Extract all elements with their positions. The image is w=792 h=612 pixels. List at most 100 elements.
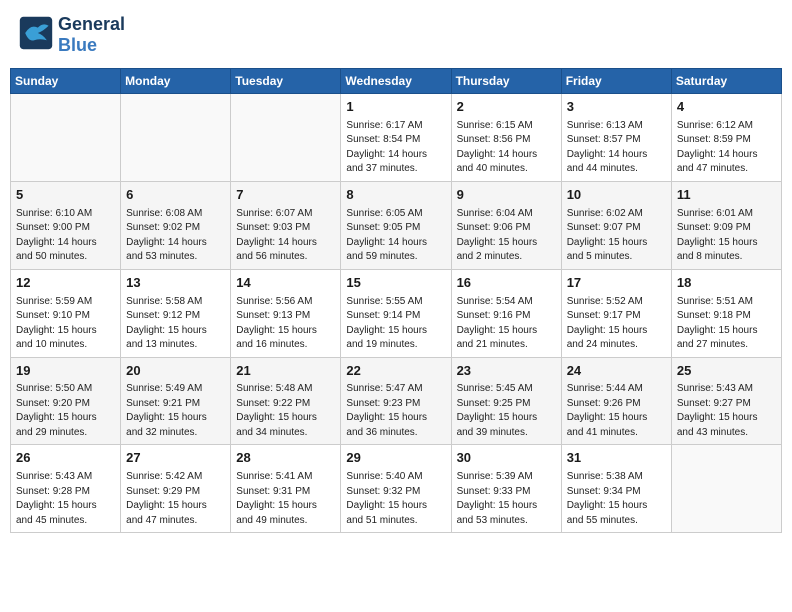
cell-info: Sunrise: 5:51 AMSunset: 9:18 PMDaylight:… (677, 295, 776, 353)
weekday-header-tuesday: Tuesday (231, 69, 341, 94)
calendar-cell: 23Sunrise: 5:45 AMSunset: 9:25 PMDayligh… (451, 357, 561, 445)
cell-info: Sunrise: 6:05 AMSunset: 9:05 PMDaylight:… (346, 207, 445, 265)
weekday-header-sunday: Sunday (11, 69, 121, 94)
cell-info: Sunrise: 6:08 AMSunset: 9:02 PMDaylight:… (126, 207, 225, 265)
sunset-text: Sunset: 9:33 PM (457, 485, 556, 500)
weekday-header-friday: Friday (561, 69, 671, 94)
sunrise-text: Sunrise: 5:44 AM (567, 382, 666, 397)
calendar-cell: 24Sunrise: 5:44 AMSunset: 9:26 PMDayligh… (561, 357, 671, 445)
sunset-text: Sunset: 9:06 PM (457, 221, 556, 236)
sunset-text: Sunset: 9:05 PM (346, 221, 445, 236)
daylight-text: Daylight: 14 hours and 37 minutes. (346, 148, 445, 177)
cell-info: Sunrise: 6:04 AMSunset: 9:06 PMDaylight:… (457, 207, 556, 265)
sunset-text: Sunset: 9:12 PM (126, 309, 225, 324)
logo-icon (18, 15, 54, 56)
calendar-cell: 28Sunrise: 5:41 AMSunset: 9:31 PMDayligh… (231, 445, 341, 533)
day-number: 31 (567, 449, 666, 468)
daylight-text: Daylight: 15 hours and 27 minutes. (677, 324, 776, 353)
calendar-table: SundayMondayTuesdayWednesdayThursdayFrid… (10, 68, 782, 533)
sunset-text: Sunset: 8:57 PM (567, 133, 666, 148)
calendar-cell: 17Sunrise: 5:52 AMSunset: 9:17 PMDayligh… (561, 269, 671, 357)
sunset-text: Sunset: 9:10 PM (16, 309, 115, 324)
day-number: 14 (236, 274, 335, 293)
calendar-cell: 11Sunrise: 6:01 AMSunset: 9:09 PMDayligh… (671, 181, 781, 269)
sunrise-text: Sunrise: 5:58 AM (126, 295, 225, 310)
week-row-1: 1Sunrise: 6:17 AMSunset: 8:54 PMDaylight… (11, 94, 782, 182)
daylight-text: Daylight: 15 hours and 10 minutes. (16, 324, 115, 353)
week-row-4: 19Sunrise: 5:50 AMSunset: 9:20 PMDayligh… (11, 357, 782, 445)
sunrise-text: Sunrise: 6:12 AM (677, 119, 776, 134)
sunrise-text: Sunrise: 6:02 AM (567, 207, 666, 222)
week-row-3: 12 Sunrise: 5:59 AMSunset: 9:10 PMDayligh… (11, 269, 782, 357)
day-number: 10 (567, 186, 666, 205)
week-row-2: 5Sunrise: 6:10 AMSunset: 9:00 PMDaylight… (11, 181, 782, 269)
sunset-text: Sunset: 9:00 PM (16, 221, 115, 236)
sunset-text: Sunset: 9:18 PM (677, 309, 776, 324)
cell-info: Sunrise: 5:56 AMSunset: 9:13 PMDaylight:… (236, 295, 335, 353)
calendar-cell: 30Sunrise: 5:39 AMSunset: 9:33 PMDayligh… (451, 445, 561, 533)
day-number: 6 (126, 186, 225, 205)
daylight-text: Daylight: 14 hours and 59 minutes. (346, 236, 445, 265)
daylight-text: Daylight: 15 hours and 21 minutes. (457, 324, 556, 353)
sunset-text: Sunset: 9:34 PM (567, 485, 666, 500)
sunset-text: Sunset: 9:14 PM (346, 309, 445, 324)
daylight-text: Daylight: 15 hours and 5 minutes. (567, 236, 666, 265)
sunset-text: Sunset: 9:32 PM (346, 485, 445, 500)
calendar-cell: 20Sunrise: 5:49 AMSunset: 9:21 PMDayligh… (121, 357, 231, 445)
calendar-cell: 31Sunrise: 5:38 AMSunset: 9:34 PMDayligh… (561, 445, 671, 533)
calendar-cell (231, 94, 341, 182)
cell-info: Sunrise: 5:49 AMSunset: 9:21 PMDaylight:… (126, 382, 225, 440)
sunrise-text: Sunrise: 5:55 AM (346, 295, 445, 310)
day-number: 21 (236, 362, 335, 381)
calendar-cell (11, 94, 121, 182)
cell-info: Sunrise: 6:07 AMSunset: 9:03 PMDaylight:… (236, 207, 335, 265)
sunrise-text: Sunrise: 6:01 AM (677, 207, 776, 222)
sunrise-text: Sunrise: 5:54 AM (457, 295, 556, 310)
calendar-cell: 18Sunrise: 5:51 AMSunset: 9:18 PMDayligh… (671, 269, 781, 357)
daylight-text: Daylight: 14 hours and 44 minutes. (567, 148, 666, 177)
sunrise-text: Sunrise: 5:48 AM (236, 382, 335, 397)
sunset-text: Sunset: 9:20 PM (16, 397, 115, 412)
daylight-text: Daylight: 15 hours and 13 minutes. (126, 324, 225, 353)
weekday-header-monday: Monday (121, 69, 231, 94)
day-number: 2 (457, 98, 556, 117)
daylight-text: Daylight: 15 hours and 53 minutes. (457, 499, 556, 528)
sunset-text: Sunset: 9:02 PM (126, 221, 225, 236)
logo-general: General (58, 14, 125, 35)
sunset-text: Sunset: 9:09 PM (677, 221, 776, 236)
cell-info: Sunrise: 5:43 AMSunset: 9:27 PMDaylight:… (677, 382, 776, 440)
calendar-cell: 26Sunrise: 5:43 AMSunset: 9:28 PMDayligh… (11, 445, 121, 533)
cell-info: Sunrise: 5:47 AMSunset: 9:23 PMDaylight:… (346, 382, 445, 440)
cell-info: Sunrise: 5:42 AMSunset: 9:29 PMDaylight:… (126, 470, 225, 528)
logo: General Blue (18, 14, 125, 56)
sunrise-text: Sunrise: 6:15 AM (457, 119, 556, 134)
daylight-text: Daylight: 15 hours and 32 minutes. (126, 411, 225, 440)
day-number: 12 (16, 274, 115, 293)
cell-info: Sunrise: 5:59 AMSunset: 9:10 PMDaylight:… (16, 295, 115, 353)
sunset-text: Sunset: 9:31 PM (236, 485, 335, 500)
cell-info: Sunrise: 6:12 AMSunset: 8:59 PMDaylight:… (677, 119, 776, 177)
calendar-cell: 5Sunrise: 6:10 AMSunset: 9:00 PMDaylight… (11, 181, 121, 269)
day-number: 30 (457, 449, 556, 468)
daylight-text: Daylight: 14 hours and 56 minutes. (236, 236, 335, 265)
daylight-text: Daylight: 15 hours and 43 minutes. (677, 411, 776, 440)
daylight-text: Daylight: 14 hours and 40 minutes. (457, 148, 556, 177)
day-number: 7 (236, 186, 335, 205)
cell-info: Sunrise: 5:45 AMSunset: 9:25 PMDaylight:… (457, 382, 556, 440)
day-number: 19 (16, 362, 115, 381)
daylight-text: Daylight: 14 hours and 47 minutes. (677, 148, 776, 177)
daylight-text: Daylight: 15 hours and 47 minutes. (126, 499, 225, 528)
day-number: 11 (677, 186, 776, 205)
daylight-text: Daylight: 15 hours and 45 minutes. (16, 499, 115, 528)
sunrise-text: Sunrise: 5:40 AM (346, 470, 445, 485)
sunset-text: Sunset: 9:07 PM (567, 221, 666, 236)
sunrise-text: Sunrise: 6:04 AM (457, 207, 556, 222)
cell-info: Sunrise: 5:52 AMSunset: 9:17 PMDaylight:… (567, 295, 666, 353)
day-number: 16 (457, 274, 556, 293)
logo-text-block: General Blue (58, 14, 125, 56)
cell-info: Sunrise: 6:15 AMSunset: 8:56 PMDaylight:… (457, 119, 556, 177)
daylight-text: Daylight: 15 hours and 41 minutes. (567, 411, 666, 440)
daylight-text: Daylight: 15 hours and 29 minutes. (16, 411, 115, 440)
sunset-text: Sunset: 9:29 PM (126, 485, 225, 500)
daylight-text: Daylight: 14 hours and 50 minutes. (16, 236, 115, 265)
